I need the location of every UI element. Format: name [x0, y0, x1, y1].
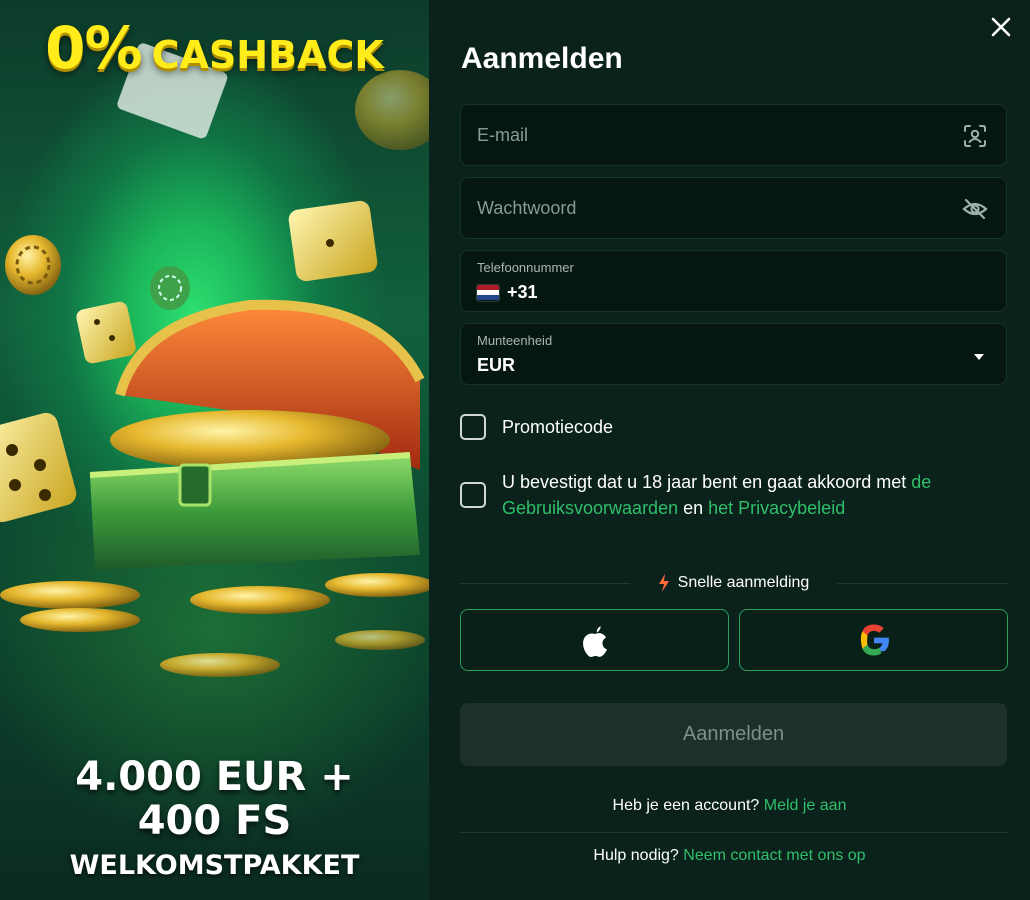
- phone-label: Telefoonnummer: [477, 260, 574, 275]
- phone-prefix: +31: [507, 282, 538, 302]
- password-field[interactable]: Wachtwoord: [460, 177, 1007, 239]
- terms-label: U bevestigt dat u 18 jaar bent en gaat a…: [502, 469, 980, 521]
- have-account-text: Heb je een account?: [612, 797, 764, 814]
- cashback-headline: 0% CASHBACK: [0, 14, 429, 82]
- currency-label: Munteenheid: [477, 333, 553, 348]
- bonus-amount: 4.000 EUR + 400 FS: [75, 754, 354, 844]
- submit-button[interactable]: Aanmelden: [460, 703, 1007, 766]
- close-button[interactable]: [988, 14, 1014, 40]
- currency-value: EUR: [477, 355, 516, 375]
- email-field[interactable]: E-mail: [460, 104, 1007, 166]
- page-title: Aanmelden: [461, 42, 623, 75]
- need-help-text: Hulp nodig?: [593, 847, 684, 864]
- google-signin-button[interactable]: [739, 609, 1008, 671]
- divider-line-right: [837, 582, 1007, 584]
- lightning-icon: [658, 574, 669, 592]
- caret-down-icon: [974, 354, 984, 360]
- quick-signup-divider: Snelle aanmelding: [460, 570, 1007, 596]
- close-icon: [991, 17, 1011, 37]
- contact-link[interactable]: Neem contact met ons op: [683, 847, 865, 864]
- apple-icon: [582, 626, 607, 657]
- promo-code-row: Promotiecode: [460, 414, 613, 440]
- netherlands-flag-icon[interactable]: [477, 284, 499, 301]
- privacy-link[interactable]: het Privacybeleid: [708, 498, 845, 518]
- divider-line-left: [460, 582, 630, 584]
- terms-and-text: en: [678, 498, 709, 518]
- password-placeholder: Wachtwoord: [477, 198, 577, 218]
- user-scan-icon: [964, 125, 986, 147]
- cashback-word: CASHBACK: [151, 33, 384, 77]
- cashback-percent: 0%: [45, 14, 142, 82]
- terms-row: U bevestigt dat u 18 jaar bent en gaat a…: [460, 469, 980, 521]
- eye-off-icon[interactable]: [962, 196, 988, 222]
- promo-banner: 0% CASHBACK 4.000 EUR + 400 FS WELKOMSTPA…: [0, 0, 429, 900]
- login-link[interactable]: Meld je aan: [764, 797, 847, 814]
- phone-field[interactable]: Telefoonnummer +31: [460, 250, 1007, 312]
- currency-select[interactable]: Munteenheid EUR: [460, 323, 1007, 385]
- welcome-package-label: WELKOMSTPAKKET: [69, 850, 360, 881]
- login-prompt: Heb je een account? Meld je aan: [429, 797, 1030, 815]
- promo-code-label: Promotiecode: [502, 417, 614, 437]
- signup-form-panel: Aanmelden E-mail Wachtwoord Telefoonnumm…: [429, 0, 1030, 900]
- promo-code-checkbox[interactable]: [460, 414, 486, 440]
- terms-text: U bevestigt dat u 18 jaar bent en gaat a…: [502, 472, 912, 492]
- google-icon: [860, 624, 889, 656]
- footer-divider: [460, 832, 1007, 833]
- quick-signup-label: Snelle aanmelding: [677, 574, 810, 591]
- email-placeholder: E-mail: [477, 125, 529, 145]
- help-prompt: Hulp nodig? Neem contact met ons op: [429, 847, 1030, 865]
- terms-checkbox[interactable]: [460, 482, 486, 508]
- phone-value: +31: [477, 282, 538, 303]
- apple-signin-button[interactable]: [460, 609, 729, 671]
- quick-signup-heading: Snelle aanmelding: [630, 574, 838, 592]
